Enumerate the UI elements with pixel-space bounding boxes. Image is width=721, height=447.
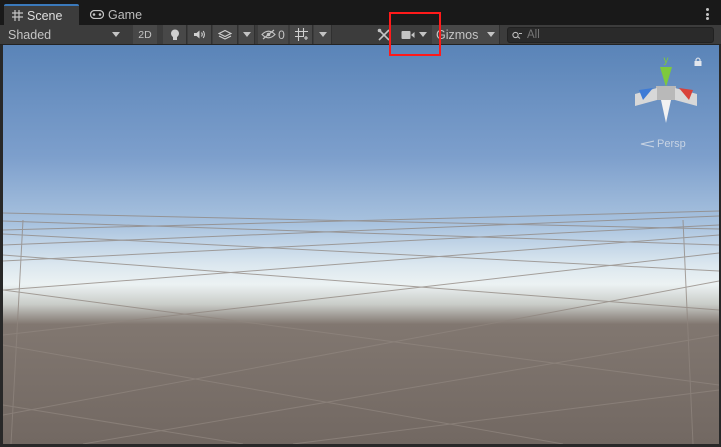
tab-game-label: Game xyxy=(108,7,143,22)
tab-scene[interactable]: Scene xyxy=(4,4,79,25)
tools-button[interactable] xyxy=(373,25,395,44)
tab-scene-label: Scene xyxy=(27,8,63,23)
effects-dropdown-button[interactable] xyxy=(239,25,255,44)
effects-toggle-button[interactable] xyxy=(213,25,238,44)
search-icon xyxy=(512,31,522,39)
search-input[interactable] xyxy=(527,29,707,41)
perspective-arrows-icon xyxy=(640,140,654,148)
orientation-gizmo[interactable]: y xyxy=(631,50,701,130)
draw-mode-value: Shaded xyxy=(8,27,52,42)
toggle-2d-button[interactable]: 2D xyxy=(133,25,157,44)
projection-mode-label: Persp xyxy=(657,138,686,150)
y-negative-cone[interactable] xyxy=(661,100,671,123)
grid-dropdown-button[interactable] xyxy=(314,25,332,44)
lightbulb-icon xyxy=(170,29,179,40)
tab-game[interactable]: Game xyxy=(82,4,152,25)
grid-snap-icon xyxy=(294,28,308,41)
speaker-icon xyxy=(194,30,205,39)
scene-search-field[interactable] xyxy=(507,27,714,43)
toggle-2d-label: 2D xyxy=(138,28,152,41)
y-axis-cone[interactable] xyxy=(660,67,672,87)
audio-toggle-button[interactable] xyxy=(188,25,212,44)
lock-icon[interactable] xyxy=(694,57,702,66)
ground-grid xyxy=(3,210,719,444)
gizmo-center-cube[interactable] xyxy=(656,86,676,100)
more-options-icon[interactable] xyxy=(706,8,709,20)
lighting-toggle-button[interactable] xyxy=(163,25,187,44)
tab-bar: Scene Game xyxy=(0,0,721,25)
hidden-eye-icon xyxy=(261,29,276,40)
scene-visibility-toggle[interactable]: 0 xyxy=(258,25,288,44)
camera-settings-button[interactable] xyxy=(398,25,430,44)
scene-viewport[interactable] xyxy=(3,45,719,444)
y-axis-label: y xyxy=(664,55,669,66)
chevron-down-icon xyxy=(318,32,327,37)
gamepad-icon xyxy=(90,10,104,19)
chevron-down-icon xyxy=(112,32,120,37)
projection-mode-toggle[interactable]: Persp xyxy=(640,138,686,150)
wrench-screwdriver-icon xyxy=(377,28,390,41)
layers-effects-icon xyxy=(218,29,232,40)
chevron-down-icon xyxy=(487,32,495,37)
camera-icon xyxy=(401,30,415,39)
gizmos-label: Gizmos xyxy=(436,27,479,42)
chevron-down-icon xyxy=(419,32,427,37)
chevron-down-icon xyxy=(242,32,251,37)
grid-snapping-toggle[interactable] xyxy=(290,25,313,44)
scene-toolbar: Shaded 2D 0 Gizmos All xyxy=(0,25,721,45)
draw-mode-dropdown[interactable]: Shaded xyxy=(0,25,126,44)
grid-icon xyxy=(12,10,23,21)
hidden-object-count: 0 xyxy=(278,27,285,42)
gizmos-dropdown[interactable]: Gizmos xyxy=(432,25,500,44)
